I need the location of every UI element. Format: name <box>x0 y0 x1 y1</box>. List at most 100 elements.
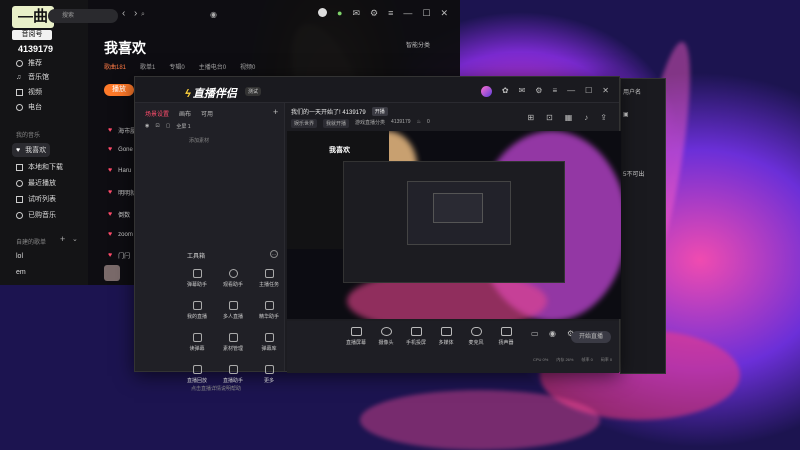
add-source-button[interactable]: 添加素材 <box>189 137 209 144</box>
song-row[interactable]: ♥ 海市蜃 <box>108 126 136 135</box>
avatar[interactable] <box>480 86 492 97</box>
tab-albums[interactable]: 专辑0 <box>169 62 184 71</box>
stream-preview[interactable]: 我喜欢 <box>287 131 621 319</box>
song-row[interactable]: ♥ Haru <box>108 167 131 174</box>
heart-icon[interactable]: ♥ <box>108 127 112 134</box>
sidebar-item-music-hall[interactable]: ♫ 音乐馆 <box>16 72 49 82</box>
tab-canvas[interactable]: 画布 <box>179 109 191 118</box>
tool-assets[interactable]: 素材管理 <box>213 333 253 352</box>
album-thumbnail[interactable] <box>104 265 120 281</box>
bell-icon[interactable]: ♪ <box>584 113 588 122</box>
tool-more[interactable]: 更多 <box>249 365 289 384</box>
close-icon[interactable]: ✕ <box>602 86 609 97</box>
category-extra[interactable]: 游戏直播分类 <box>355 119 385 128</box>
tab-available[interactable]: 可用 <box>201 109 213 118</box>
more-icon[interactable]: … <box>270 250 278 258</box>
sidebar-item-local[interactable]: 本地和下载 <box>16 162 63 172</box>
maximize-icon[interactable]: ☐ <box>422 8 430 19</box>
tool-read-danmaku[interactable]: 读弹幕 <box>177 333 217 352</box>
live-app-window: ϟ 直播伴侣 测试 ✿ ✉ ⚙ ≡ — ☐ ✕ 场景设置 画布 可用 + ◉ ⊡ … <box>134 76 621 392</box>
lock-icon[interactable]: ⊡ <box>546 113 553 122</box>
phone-cast-button[interactable]: 手机投屏 <box>399 327 433 346</box>
tool-assistant[interactable]: 直播助手 <box>213 365 253 384</box>
heart-icon[interactable]: ♥ <box>108 167 112 174</box>
tab-playlists[interactable]: 歌单1 <box>140 62 155 71</box>
mail-icon[interactable]: ✉ <box>519 86 526 97</box>
status-item: 帧率 0 <box>581 357 593 362</box>
lock-icon[interactable]: ⊡ <box>155 123 159 130</box>
maximize-icon[interactable]: ☐ <box>585 86 592 97</box>
start-live-button[interactable]: 开始直播 <box>571 331 611 343</box>
scene-item[interactable]: ◉ ⊡ ▢ 全屏 1 <box>145 123 190 130</box>
heart-icon[interactable]: ♥ <box>108 231 112 238</box>
playlist-item[interactable]: em <box>16 269 26 276</box>
playlist-item[interactable]: lol <box>16 253 23 260</box>
song-row[interactable]: ♥ 倒数 <box>108 210 130 219</box>
song-row[interactable]: ♥ 明明就 <box>108 188 136 197</box>
search-input[interactable]: 搜索 <box>48 9 118 23</box>
heart-icon[interactable]: ♥ <box>108 211 112 218</box>
heart-icon[interactable]: ♥ <box>108 189 112 196</box>
share-icon[interactable]: ⇪ <box>600 113 607 122</box>
eye-icon[interactable]: ◉ <box>549 329 556 338</box>
speaker-button[interactable]: 扬声器 <box>489 327 523 346</box>
song-row[interactable]: ♥ Gone <box>108 146 133 153</box>
microphone-button[interactable]: 麦克风 <box>459 327 493 346</box>
sidebar-item-radio[interactable]: 电台 <box>16 102 42 112</box>
eye-icon[interactable]: ◉ <box>145 123 149 130</box>
screen-capture-button[interactable]: 直播屏幕 <box>339 327 373 346</box>
heart-icon[interactable]: ♥ <box>108 252 112 259</box>
tab-radio[interactable]: 主播电台0 <box>199 62 226 71</box>
record-icon[interactable]: ▭ <box>531 329 539 338</box>
category-pill[interactable]: 娱乐世界 <box>291 119 318 128</box>
tool-danmaku-lib[interactable]: 弹幕库 <box>249 333 289 352</box>
song-row[interactable]: ♥ 门闩 <box>108 251 130 260</box>
menu-icon[interactable]: ≡ <box>388 8 393 19</box>
settings-icon[interactable]: ⚙ <box>370 8 378 19</box>
gift-icon[interactable]: ⊞ <box>527 113 534 122</box>
tool-task[interactable]: 主播任务 <box>249 269 289 288</box>
tool-danmaku[interactable]: 弹幕助手 <box>177 269 217 288</box>
sidebar-item-recommend[interactable]: 推荐 <box>16 58 42 68</box>
settings-icon[interactable]: ⚙ <box>535 86 542 97</box>
tool-multi[interactable]: 多人直播 <box>213 301 253 320</box>
location-icon[interactable]: ◉ <box>210 10 217 19</box>
play-all-button[interactable]: 播放 <box>104 84 134 96</box>
smart-category-button[interactable]: 智能分类 <box>406 40 430 49</box>
stream-title[interactable]: 我们的一天开始了! 4139179 <box>291 107 366 116</box>
vip-icon[interactable]: ● <box>337 8 342 19</box>
minimize-icon[interactable]: — <box>567 86 575 97</box>
avatar-icon[interactable] <box>318 8 328 17</box>
gift-icon[interactable]: ✿ <box>502 86 509 97</box>
tab-scene-settings[interactable]: 场景设置 <box>145 109 169 118</box>
tab-videos[interactable]: 视频0 <box>240 62 255 71</box>
tool-viewer[interactable]: 观看助手 <box>213 269 253 288</box>
sidebar-item-trial[interactable]: 试听列表 <box>16 194 56 204</box>
sidebar-item-liked[interactable]: ♥ 我喜欢 <box>12 143 51 157</box>
sidebar-item-purchased[interactable]: 已购音乐 <box>16 210 56 220</box>
sidebar-item-recent[interactable]: 最近播放 <box>16 178 56 188</box>
mail-icon[interactable]: ✉ <box>352 8 360 19</box>
tool-replay[interactable]: 直播回放 <box>177 365 217 384</box>
grid-icon[interactable]: ▦ <box>565 113 573 122</box>
category-pill[interactable]: 我就开播 <box>323 119 350 128</box>
heart-icon[interactable]: ♥ <box>108 146 112 153</box>
tool-my-live[interactable]: 我的直播 <box>177 301 217 320</box>
song-row[interactable]: ♥ zoom <box>108 231 133 238</box>
close-icon[interactable]: ✕ <box>440 8 448 19</box>
help-tip[interactable]: 点击直播详情说明帮助 <box>191 385 241 392</box>
add-playlist-icon[interactable]: + <box>60 234 65 244</box>
sidebar-item-video[interactable]: 视频 <box>16 87 42 97</box>
chevron-down-icon[interactable]: ⌄ <box>72 235 78 243</box>
tool-highlight[interactable]: 精华助手 <box>249 301 289 320</box>
menu-icon[interactable]: ≡ <box>552 86 557 97</box>
folder-icon[interactable]: ▣ <box>623 111 629 118</box>
minimize-icon[interactable]: — <box>403 8 412 19</box>
stream-tag[interactable]: 开播 <box>371 107 388 116</box>
forward-arrow-icon[interactable]: › <box>134 8 137 19</box>
add-scene-icon[interactable]: + <box>273 107 278 117</box>
media-button[interactable]: 多媒体 <box>429 327 463 346</box>
camera-button[interactable]: 摄像头 <box>369 327 403 346</box>
back-arrow-icon[interactable]: ‹ <box>122 8 125 19</box>
tab-songs[interactable]: 歌曲181 <box>104 62 126 71</box>
